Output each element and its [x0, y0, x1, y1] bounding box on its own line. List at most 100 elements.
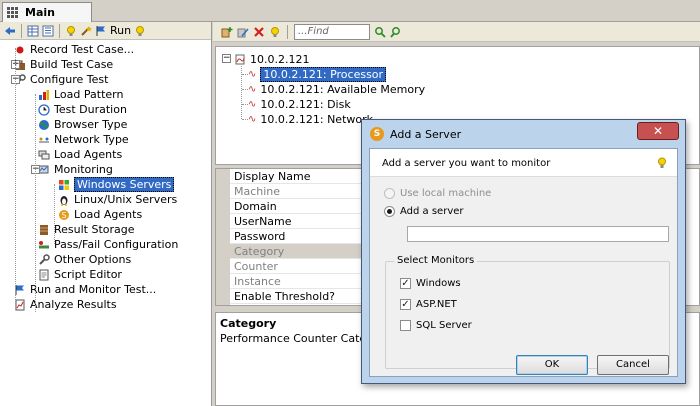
tree-item[interactable]: Configure Test: [14, 72, 108, 87]
monitor-checkbox[interactable]: SQL Server: [400, 320, 472, 331]
tree-item[interactable]: Windows Servers: [58, 177, 175, 192]
add-server-icon[interactable]: [221, 26, 233, 38]
monitor-label: SQL Server: [416, 320, 472, 331]
tree-item[interactable]: Record Test Case...: [14, 42, 134, 57]
tree-line: [54, 184, 55, 244]
monitor-checkbox[interactable]: ✓ Windows: [400, 278, 461, 289]
counter-wave-icon: ∿: [248, 83, 257, 95]
wizard-wand-icon[interactable]: [80, 25, 92, 37]
network-icon: [39, 137, 49, 142]
property-row[interactable]: Password: [230, 229, 380, 244]
tree-item[interactable]: Monitoring: [38, 162, 113, 177]
radio-indicator: [384, 188, 395, 199]
tree-item[interactable]: Browser Type: [38, 117, 127, 132]
tree-item[interactable]: Linux/Unix Servers: [58, 192, 177, 207]
tree-item-label: Windows Servers: [74, 177, 175, 192]
server-name-input[interactable]: [407, 226, 669, 242]
tree-line: [15, 48, 16, 310]
back-arrow-icon[interactable]: [4, 25, 16, 37]
tree-item[interactable]: Script Editor: [38, 267, 122, 282]
server-icon: [235, 54, 245, 65]
cancel-button[interactable]: Cancel: [597, 355, 669, 375]
tree-line: [242, 89, 248, 90]
tab-bar: Main: [0, 0, 700, 22]
tree-item-label: Network Type: [54, 133, 129, 146]
find-input[interactable]: ...Find: [294, 23, 370, 40]
tree-item[interactable]: Analyze Results: [14, 297, 117, 312]
lightbulb-icon[interactable]: [65, 25, 77, 37]
tree-item-label: Pass/Fail Configuration: [54, 238, 179, 251]
add-server-radio[interactable]: Add a server: [384, 206, 464, 217]
tab-main[interactable]: Main: [2, 2, 92, 22]
use-local-machine-label: Use local machine: [400, 188, 492, 199]
select-monitors-label: Select Monitors: [394, 255, 478, 266]
counter-wave-icon: ∿: [248, 68, 257, 80]
use-local-machine-radio[interactable]: Use local machine: [384, 188, 491, 199]
add-server-label: Add a server: [400, 206, 464, 217]
toolbar-separator: [21, 23, 22, 38]
counter-item[interactable]: ∿ 10.0.2.121: Available Memory: [242, 82, 425, 96]
delete-icon[interactable]: [253, 26, 265, 38]
monitor-label: Windows: [416, 278, 461, 289]
monitor-checkbox[interactable]: ✓ ASP.NET: [400, 299, 457, 310]
tree-item[interactable]: Load Pattern: [38, 87, 123, 102]
tree-item[interactable]: Test Duration: [38, 102, 127, 117]
list-view-icon[interactable]: [42, 25, 54, 37]
agents-icon: [38, 150, 50, 159]
navigation-tree: Record Test Case... Build Test Case + Confi…: [0, 40, 211, 312]
property-row[interactable]: Enable Threshold?: [230, 289, 380, 304]
tree-item[interactable]: Network Type: [38, 132, 129, 147]
checkbox-indicator: ✓: [400, 278, 411, 289]
counter-item[interactable]: ∿ 10.0.2.121: Network: [242, 112, 373, 126]
tree-item[interactable]: Build Test Case: [14, 57, 113, 72]
lightbulb-icon[interactable]: [269, 26, 281, 38]
dialog-prompt: Add a server you want to monitor: [382, 158, 551, 169]
dialog-header: Add a server you want to monitor: [370, 149, 677, 177]
storage-icon: [40, 224, 48, 235]
edit-server-icon[interactable]: [237, 26, 249, 38]
property-row[interactable]: Domain: [230, 199, 380, 214]
tree-item[interactable]: Load Agents: [38, 147, 122, 162]
tree-item[interactable]: Other Options: [38, 252, 131, 267]
property-row[interactable]: UserName: [230, 214, 380, 229]
counter-item[interactable]: ∿ 10.0.2.121: Disk: [242, 97, 351, 111]
tree-item-label: Load Pattern: [54, 88, 124, 101]
radio-indicator: [384, 206, 395, 217]
property-row[interactable]: Display Name: [230, 169, 380, 184]
property-row[interactable]: Instance: [230, 274, 380, 289]
dialog-body: Add a server you want to monitor Use loc…: [369, 148, 678, 377]
server-root[interactable]: 10.0.2.121: [234, 52, 309, 66]
close-button[interactable]: ✕: [637, 122, 679, 140]
tree-item[interactable]: Pass/Fail Configuration: [38, 237, 178, 252]
tree-item-label: Linux/Unix Servers: [74, 193, 178, 206]
ok-button[interactable]: OK: [516, 355, 588, 375]
options-icon: [39, 253, 50, 265]
tree-item[interactable]: Result Storage: [38, 222, 135, 237]
counter-item[interactable]: ∿ 10.0.2.121: Processor: [242, 66, 387, 82]
help-lightbulb-icon[interactable]: [134, 25, 146, 37]
property-row[interactable]: Machine: [230, 184, 380, 199]
tree-item-label: Load Agents: [74, 208, 143, 221]
find-next-icon[interactable]: [374, 26, 386, 38]
script-icon: [39, 269, 49, 280]
hint-lightbulb-icon[interactable]: [657, 157, 667, 169]
tab-main-label: Main: [25, 6, 55, 19]
tree-item-label: Build Test Case: [30, 58, 114, 71]
find-previous-icon[interactable]: [390, 26, 402, 38]
globe-icon: [39, 119, 49, 130]
property-row[interactable]: Counter: [230, 259, 380, 274]
select-monitors-group: Select Monitors ✓ Windows ✓ ASP.NET SQL Serv…: [385, 255, 670, 369]
property-row[interactable]: Category: [230, 244, 380, 259]
windows-icon: [59, 179, 69, 190]
collapse-toggle[interactable]: −: [222, 54, 231, 63]
table-view-icon[interactable]: [27, 25, 39, 37]
tree-item-label: Run and Monitor Test...: [30, 283, 157, 296]
tree-item-label: Browser Type: [54, 118, 128, 131]
run-button-label[interactable]: Run: [110, 24, 131, 37]
run-flag-icon[interactable]: [95, 25, 107, 37]
tree-item-label: Monitoring: [54, 163, 113, 176]
tree-item[interactable]: S Load Agents: [58, 207, 142, 222]
counter-label: 10.0.2.121: Disk: [260, 97, 351, 111]
clock-icon: [38, 103, 50, 116]
svg-text:S: S: [61, 211, 66, 220]
